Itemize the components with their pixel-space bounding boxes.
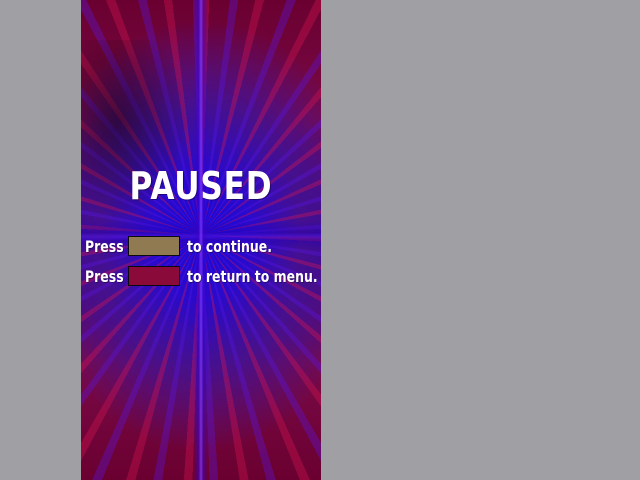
game-viewport: PAUSED Press to continue. Press to retur… bbox=[81, 0, 321, 480]
background-shadow bbox=[81, 40, 201, 240]
continue-press-label: Press bbox=[85, 236, 124, 256]
menu-key-icon bbox=[128, 266, 180, 286]
paused-title: PAUSED bbox=[129, 164, 273, 208]
game-screen: PAUSED Press to continue. Press to retur… bbox=[0, 0, 640, 480]
continue-key-icon bbox=[128, 236, 180, 256]
menu-press-label: Press bbox=[85, 266, 124, 286]
menu-action-label: to return to menu. bbox=[187, 266, 318, 286]
continue-action-label: to continue. bbox=[187, 236, 272, 256]
